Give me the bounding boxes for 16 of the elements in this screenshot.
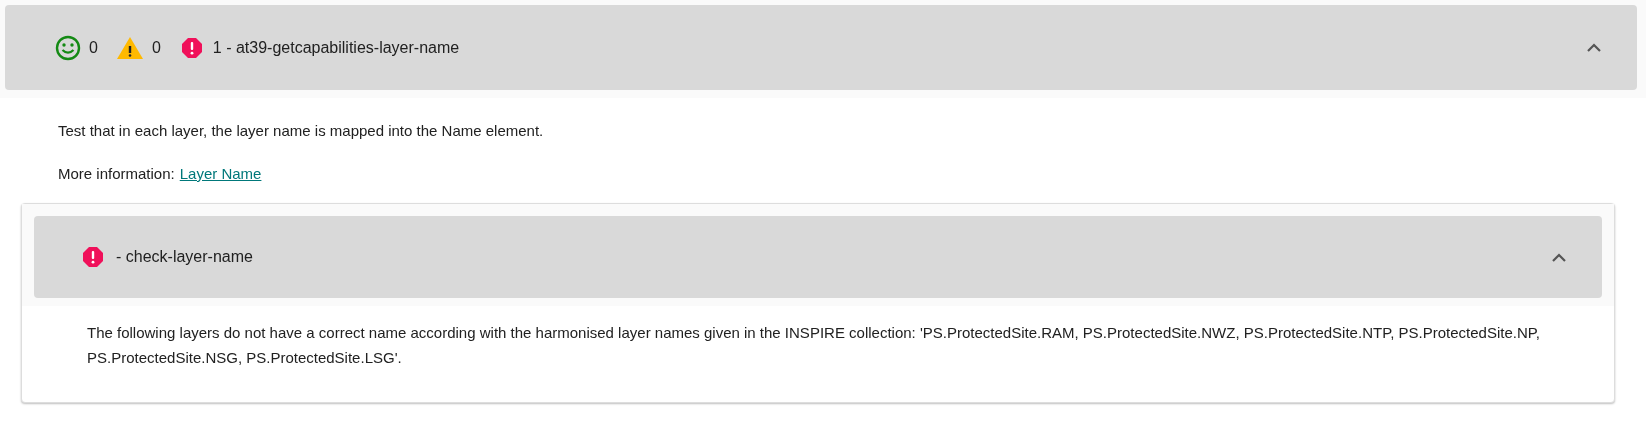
- test-title: 1 - at39-getcapabilities-layer-name: [212, 37, 460, 58]
- layer-name-link[interactable]: Layer Name: [179, 162, 262, 185]
- warning-count: 0: [151, 37, 161, 58]
- smiley-icon: [55, 34, 81, 61]
- assertion-title: - check-layer-name: [116, 247, 253, 267]
- test-header[interactable]: 0 0 1 - at39-getcapabilities-layer-name: [5, 5, 1637, 90]
- passed-count: 0: [89, 37, 98, 58]
- chevron-up-icon[interactable]: [1552, 252, 1566, 262]
- test-description: Test that in each layer, the layer name is mapped into the Name element.: [57, 121, 545, 141]
- warning-icon: [115, 35, 144, 60]
- assertion-message: The following layers do not have a correct name according with the harmonised layer names given in the INSPIRE collection: 'PS.ProtectedSite.RAM, PS.ProtectedSite.NWZ, PS.ProtectedSite.NTP, PS.ProtectedSite.NP, PS.ProtectedSite.NSG, PS.ProtectedSite.LSG'.: [86, 323, 1541, 368]
- chevron-up-icon[interactable]: [1587, 43, 1601, 52]
- assertion-header[interactable]: - check-layer-name: [34, 216, 1602, 298]
- error-icon: [82, 246, 104, 268]
- error-icon: [180, 36, 203, 59]
- more-info-label: More information:: [58, 163, 175, 184]
